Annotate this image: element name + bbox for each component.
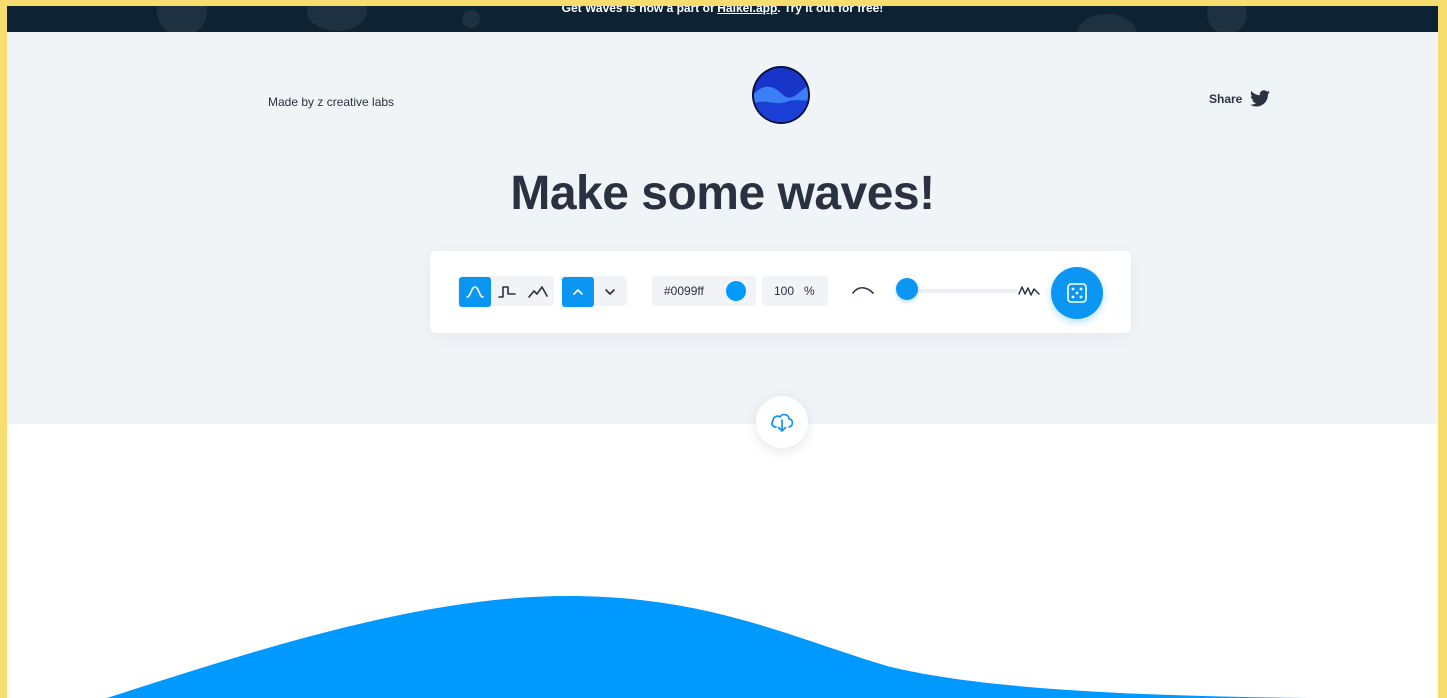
wave-up-button[interactable] xyxy=(562,277,594,307)
made-by-link[interactable]: Made by z creative labs xyxy=(268,95,394,109)
color-value: #0099ff xyxy=(664,284,704,298)
step-wave-button[interactable] xyxy=(492,277,522,307)
announcement-banner: Get Waves is now a part of Haikei.app. T… xyxy=(7,6,1438,32)
page-title: Make some waves! xyxy=(510,167,935,220)
complexity-slider-thumb[interactable] xyxy=(896,278,918,300)
hero-section: Made by z creative labs Share Make some … xyxy=(7,32,1438,424)
peak-wave-button[interactable] xyxy=(523,277,553,307)
banner-bubble xyxy=(462,10,480,28)
opacity-input[interactable]: 100 % xyxy=(762,276,828,306)
banner-text: Get Waves is now a part of Haikei.app. T… xyxy=(562,6,884,15)
dice-icon xyxy=(1067,283,1087,303)
cloud-download-icon xyxy=(771,413,794,432)
share-label: Share xyxy=(1209,91,1243,106)
high-complexity-icon xyxy=(1018,286,1040,296)
twitter-icon xyxy=(1250,90,1271,107)
randomize-button[interactable] xyxy=(1051,267,1103,319)
wave-preview xyxy=(107,596,1307,698)
banner-bubble xyxy=(1077,14,1137,32)
chevron-down-icon xyxy=(605,289,615,295)
smooth-wave-icon xyxy=(466,286,484,298)
opacity-value: 100 xyxy=(774,284,795,298)
download-button[interactable] xyxy=(756,396,808,448)
browser-viewport: Get Waves is now a part of Haikei.app. T… xyxy=(7,6,1438,698)
banner-bubble xyxy=(307,6,367,31)
step-wave-icon xyxy=(498,286,516,298)
color-picker-field[interactable]: #0099ff xyxy=(652,276,756,306)
wave-down-button[interactable] xyxy=(595,277,625,307)
low-complexity-icon xyxy=(852,286,874,294)
peak-wave-icon xyxy=(528,286,548,298)
smooth-wave-button[interactable] xyxy=(459,277,491,307)
opacity-unit: % xyxy=(804,284,815,298)
wave-toolbar: #0099ff 100 % xyxy=(430,251,1131,333)
banner-bubble xyxy=(157,6,207,32)
haikei-link[interactable]: Haikei.app xyxy=(717,6,777,15)
waves-logo xyxy=(752,66,810,124)
chevron-up-icon xyxy=(573,289,583,295)
color-swatch[interactable] xyxy=(726,281,746,301)
banner-bubble xyxy=(1207,6,1247,32)
share-button[interactable]: Share xyxy=(1209,90,1271,107)
